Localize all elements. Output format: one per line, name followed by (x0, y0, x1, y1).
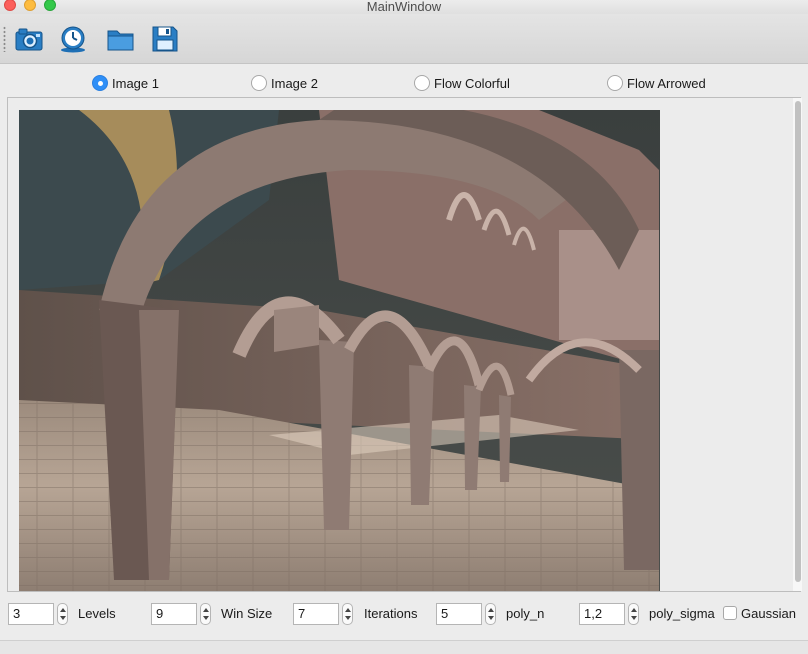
win-size-input[interactable]: 9 (151, 602, 197, 625)
image-view (19, 110, 660, 591)
camera-button[interactable] (12, 22, 46, 56)
gaussian-label: Gaussian (741, 606, 796, 621)
timer-button[interactable] (56, 22, 90, 56)
iterations-stepper-arrows[interactable] (342, 602, 353, 625)
poly-sigma-spinbox[interactable]: 1,2 (579, 602, 639, 625)
poly-n-input[interactable]: 5 (436, 602, 482, 625)
radio-label: Image 1 (112, 75, 159, 91)
poly-sigma-stepper-arrows[interactable] (628, 602, 639, 625)
iterations-input[interactable]: 7 (293, 602, 339, 625)
levels-stepper-arrows[interactable] (57, 602, 68, 625)
radio-indicator[interactable] (414, 75, 430, 91)
radio-label: Image 2 (271, 75, 318, 91)
poly-n-spinbox[interactable]: 5 (436, 602, 496, 625)
main-window: MainWindow Image 1 Image 2 Flow Colorful… (0, 0, 808, 654)
win-size-spinbox[interactable]: 9 (151, 602, 211, 625)
save-button[interactable] (148, 22, 182, 56)
gaussian-checkbox[interactable] (723, 606, 737, 620)
iterations-label: Iterations (364, 606, 418, 621)
win-size-label: Win Size (221, 606, 273, 621)
radio-image-2[interactable]: Image 2 (251, 74, 318, 92)
courtyard-image (19, 110, 660, 591)
poly-sigma-input[interactable]: 1,2 (579, 602, 625, 625)
view-mode-group: Image 1 Image 2 Flow Colorful Flow Arrow… (0, 66, 808, 98)
radio-indicator[interactable] (607, 75, 623, 91)
floppy-disk-icon (152, 26, 178, 52)
radio-flow-arrowed[interactable]: Flow Arrowed (607, 74, 706, 92)
win-size-stepper-arrows[interactable] (200, 602, 211, 625)
poly-sigma-label: poly_sigma (649, 606, 715, 621)
toolbar (0, 14, 808, 64)
poly-n-stepper-arrows[interactable] (485, 602, 496, 625)
radio-indicator[interactable] (251, 75, 267, 91)
toolbar-grip-handle[interactable] (3, 26, 6, 52)
image-scroll-area[interactable] (7, 97, 802, 592)
parameter-controls: 3 Levels 9 Win Size 7 Iterations 5 poly_… (0, 600, 808, 630)
radio-label: Flow Arrowed (627, 75, 706, 91)
radio-flow-colorful[interactable]: Flow Colorful (414, 74, 510, 92)
iterations-spinbox[interactable]: 7 (293, 602, 353, 625)
radio-label: Flow Colorful (434, 75, 510, 91)
window-title: MainWindow (366, 0, 442, 14)
poly-n-label: poly_n (506, 606, 545, 621)
levels-label: Levels (78, 606, 116, 621)
camera-icon (15, 28, 43, 51)
radio-image-1[interactable]: Image 1 (92, 74, 159, 92)
vertical-scrollbar[interactable] (793, 98, 802, 591)
open-folder-button[interactable] (104, 22, 138, 56)
status-bar (0, 640, 808, 654)
clock-icon (61, 26, 85, 53)
levels-spinbox[interactable]: 3 (8, 602, 68, 625)
radio-checked-indicator[interactable] (92, 75, 108, 91)
scrollbar-thumb[interactable] (795, 101, 801, 582)
folder-icon (107, 30, 134, 51)
levels-input[interactable]: 3 (8, 602, 54, 625)
